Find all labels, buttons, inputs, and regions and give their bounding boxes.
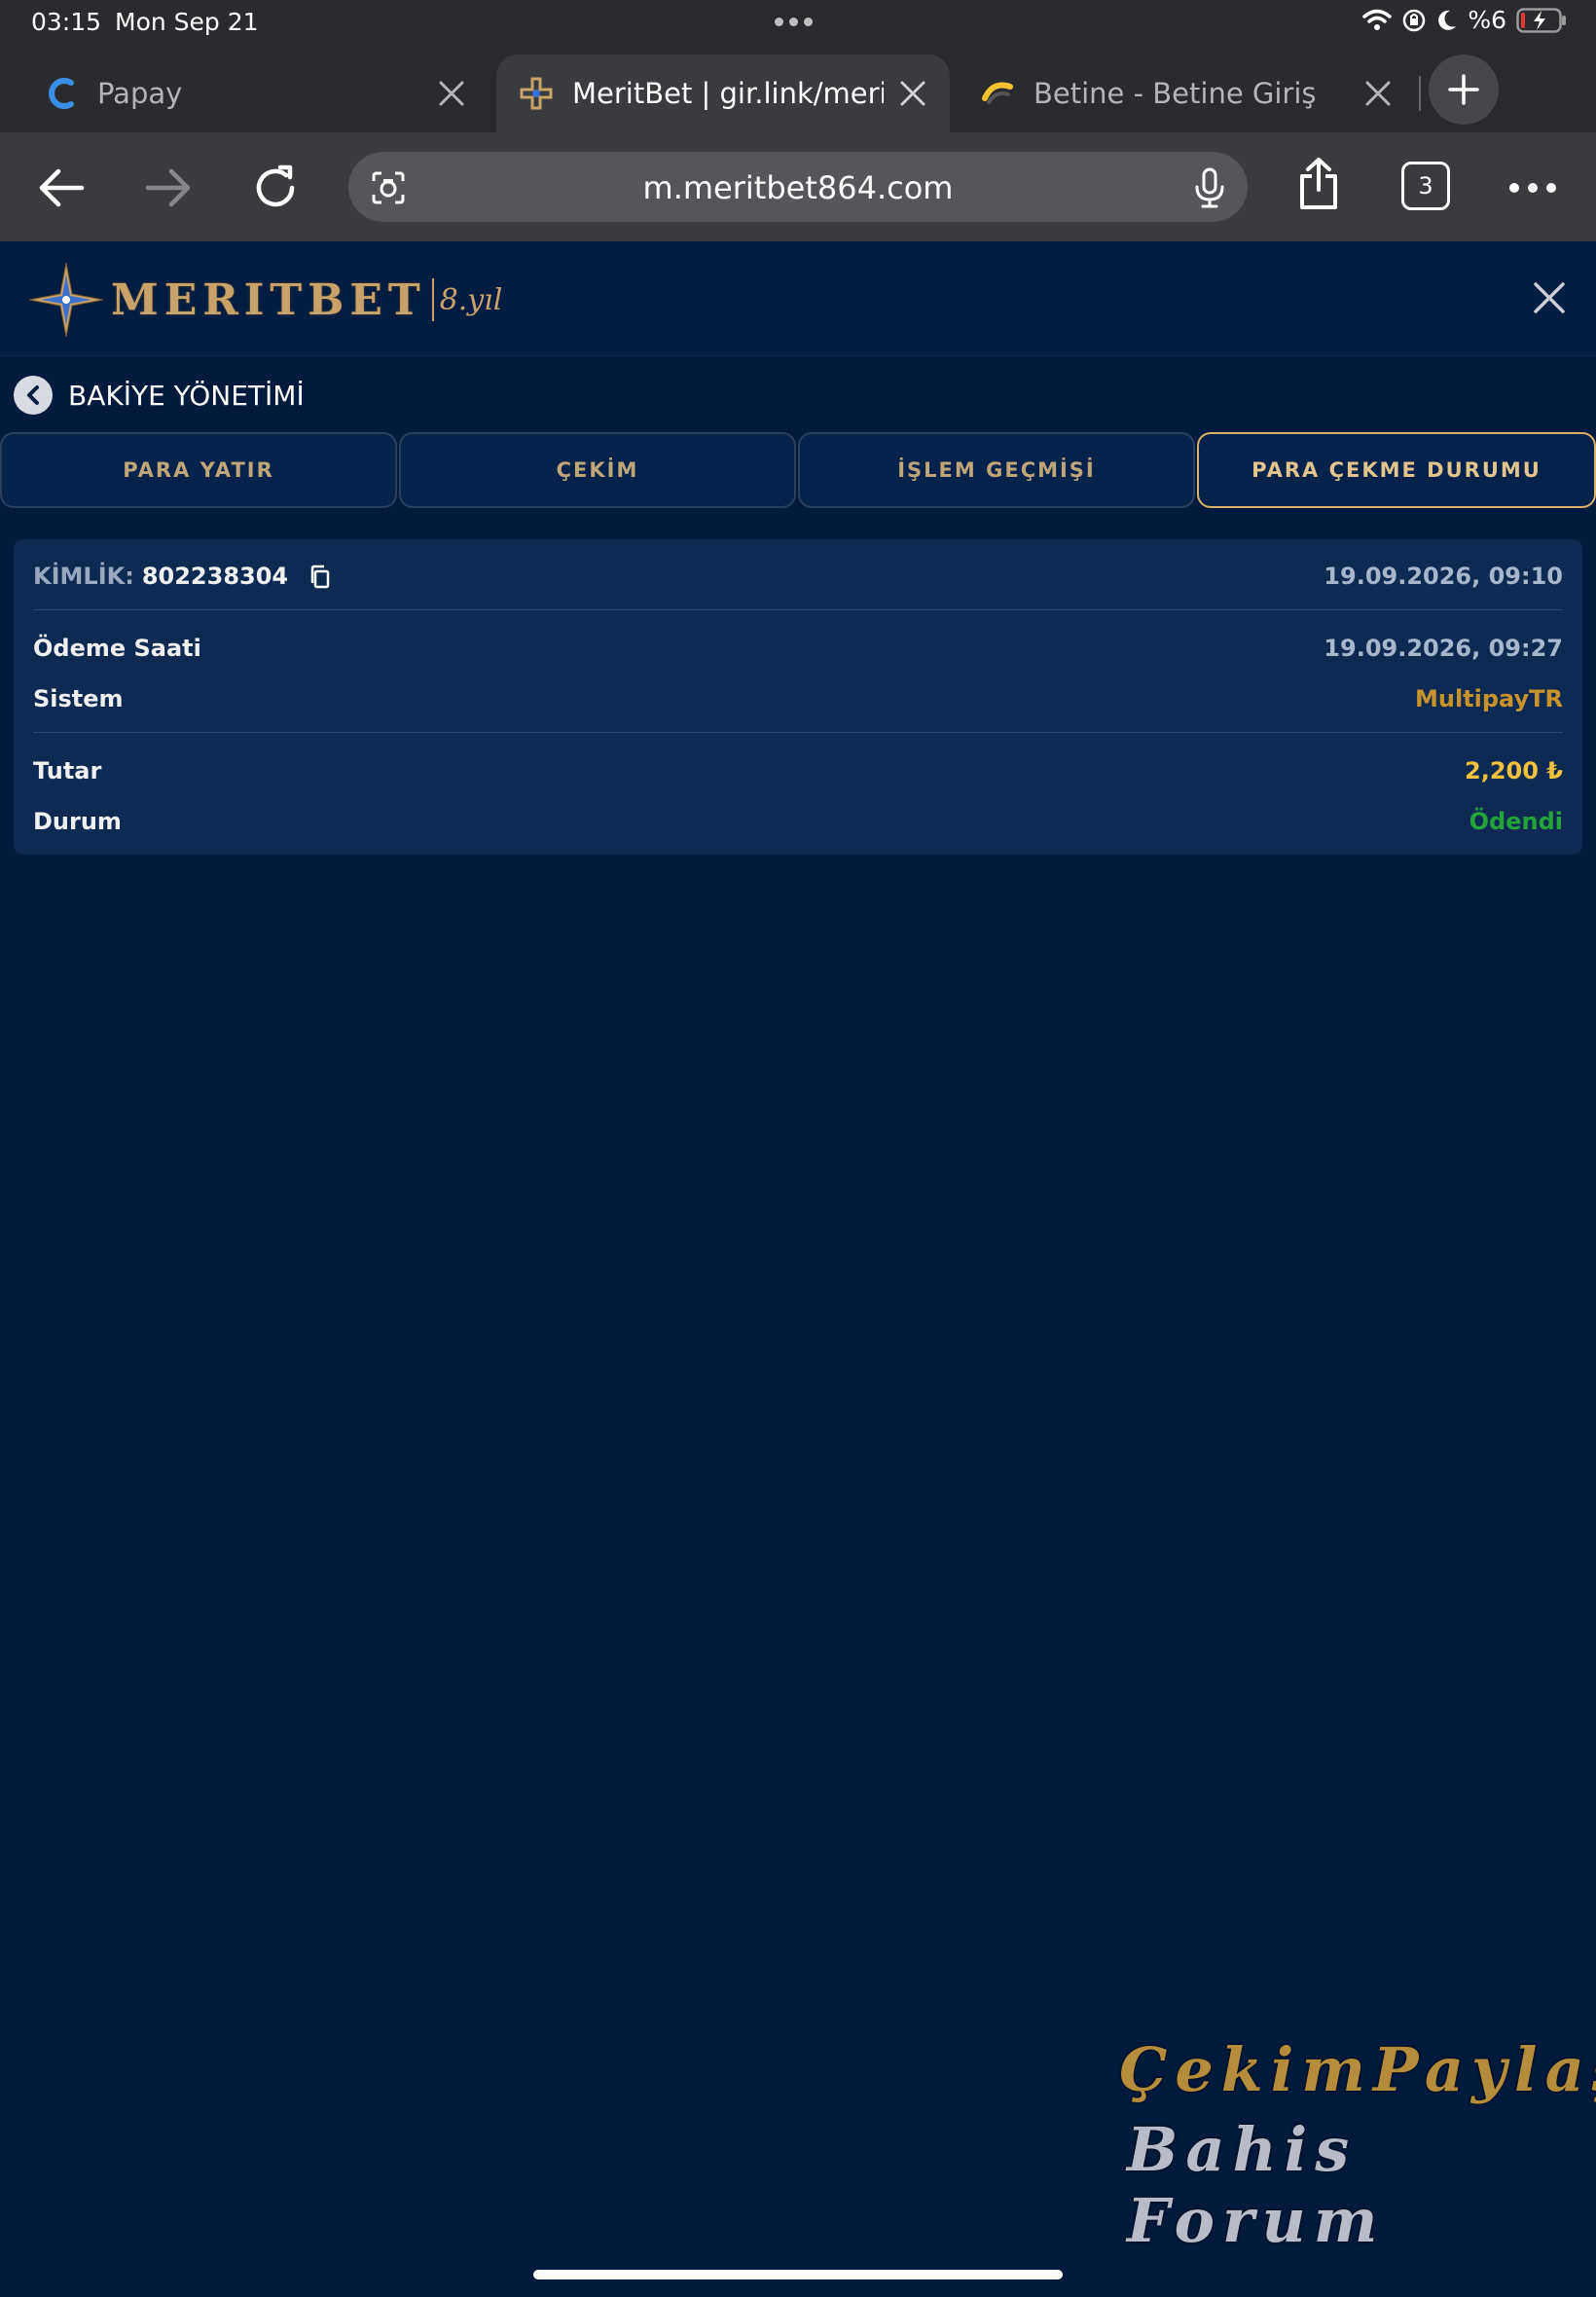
close-tab-icon[interactable] xyxy=(1362,78,1394,109)
battery-charging-icon xyxy=(1516,7,1566,33)
tab-islem-gecmisi[interactable]: İŞLEM GEÇMİŞİ xyxy=(798,432,1195,508)
close-tab-icon[interactable] xyxy=(897,78,928,109)
forum-watermark: ÇekimPaylaş Bahis Forum xyxy=(1109,2034,1596,2256)
payment-time-label: Ödeme Saati xyxy=(33,635,201,662)
arrow-right-icon xyxy=(145,168,191,207)
record-id-row: KİMLİK: 802238304 19.09.2026, 09:10 xyxy=(33,559,1563,594)
system-row: Sistem MultipayTR xyxy=(33,681,1563,716)
amount-label: Tutar xyxy=(33,757,102,784)
tab-title: Papay xyxy=(97,77,183,110)
share-icon xyxy=(1300,158,1337,209)
divider xyxy=(33,732,1563,733)
multitasking-dots-icon[interactable] xyxy=(775,18,813,26)
chevron-left-icon xyxy=(27,385,39,405)
url-text: m.meritbet864.com xyxy=(642,169,954,206)
forward-button[interactable] xyxy=(142,162,195,214)
amount-value: 2,200 ₺ xyxy=(1465,757,1563,784)
close-tab-icon[interactable] xyxy=(436,78,467,109)
status-bar: 03:15 Mon Sep 21 %6 xyxy=(0,0,1596,47)
page-title: BAKİYE YÖNETİMİ xyxy=(68,379,305,412)
browser-toolbar: m.meritbet864.com 3 xyxy=(0,132,1596,241)
status-time: 03:15 xyxy=(31,8,102,36)
payment-time-value: 19.09.2026, 09:27 xyxy=(1324,635,1563,662)
site-header: MERITBET 8.yıl xyxy=(0,241,1596,356)
id-label: KİMLİK: xyxy=(33,563,134,590)
battery-percent: %6 xyxy=(1468,6,1506,34)
back-circle-button[interactable] xyxy=(14,376,53,415)
tab-para-cekme-durumu[interactable]: PARA ÇEKME DURUMU xyxy=(1197,432,1596,508)
betine-favicon-icon xyxy=(981,77,1014,110)
amount-row: Tutar 2,200 ₺ xyxy=(33,753,1563,788)
logo-text: MERITBET xyxy=(111,274,426,325)
status-row: Durum Ödendi xyxy=(33,804,1563,839)
status-label: Durum xyxy=(33,808,122,835)
wifi-icon xyxy=(1362,9,1393,30)
microphone-icon[interactable] xyxy=(1193,167,1226,208)
system-value: MultipayTR xyxy=(1414,685,1563,712)
share-button[interactable] xyxy=(1292,158,1345,210)
compass-star-logo-icon xyxy=(28,262,104,338)
new-tab-button[interactable] xyxy=(1429,55,1499,125)
tab-meritbet[interactable]: MeritBet | gir.link/merit | xyxy=(496,55,950,132)
copy-icon[interactable] xyxy=(309,565,331,590)
rotation-lock-icon xyxy=(1403,9,1426,31)
more-dots-icon xyxy=(1509,183,1556,193)
browser-tab-bar: Papay MeritBet | gir.link/merit | Betine… xyxy=(0,47,1596,132)
home-indicator[interactable] xyxy=(533,2270,1063,2279)
reload-button[interactable] xyxy=(249,162,302,214)
tab-betine[interactable]: Betine - Betine Giriş xyxy=(958,55,1415,132)
watermark-line-1: ÇekimPaylaş xyxy=(1119,2034,1596,2105)
tab-papay[interactable]: Papay xyxy=(21,55,489,132)
tab-cekim[interactable]: ÇEKİM xyxy=(399,432,796,508)
payment-time-row: Ödeme Saati 19.09.2026, 09:27 xyxy=(33,631,1563,666)
tab-para-yatir[interactable]: PARA YATIR xyxy=(0,432,397,508)
divider xyxy=(33,609,1563,610)
tab-title: Betine - Betine Giriş xyxy=(1034,77,1317,110)
close-icon[interactable] xyxy=(1532,280,1567,315)
balance-tabs: PARA YATIR ÇEKİM İŞLEM GEÇMİŞİ PARA ÇEKM… xyxy=(0,432,1596,510)
withdrawal-record-card: KİMLİK: 802238304 19.09.2026, 09:10 Ödeme… xyxy=(14,539,1582,855)
logo-subtitle: 8.yıl xyxy=(439,282,503,317)
status-icons: %6 xyxy=(1362,6,1567,34)
address-bar[interactable]: m.meritbet864.com xyxy=(348,152,1248,222)
logo-divider xyxy=(431,278,434,321)
more-menu-button[interactable] xyxy=(1506,162,1559,214)
arrow-left-icon xyxy=(39,168,85,207)
moon-icon xyxy=(1438,10,1457,30)
status-badge: Ödendi xyxy=(1469,808,1563,835)
tab-separator xyxy=(1419,76,1421,111)
plus-icon xyxy=(1448,74,1479,105)
created-date: 19.09.2026, 09:10 xyxy=(1324,563,1563,590)
status-date: Mon Sep 21 xyxy=(115,8,259,36)
back-button[interactable] xyxy=(35,162,88,214)
id-value: 802238304 xyxy=(141,563,289,590)
reload-icon xyxy=(256,164,295,207)
watermark-line-2: Bahis Forum xyxy=(1127,2114,1386,2256)
balance-header: BAKİYE YÖNETİMİ xyxy=(14,374,305,417)
papay-favicon-icon xyxy=(45,77,78,110)
tab-overview-button[interactable]: 3 xyxy=(1401,162,1450,210)
system-label: Sistem xyxy=(33,685,124,712)
meritbet-favicon-icon xyxy=(520,77,553,110)
tab-title: MeritBet | gir.link/merit | xyxy=(572,77,884,110)
meritbet-logo[interactable]: MERITBET 8.yıl xyxy=(27,261,502,339)
